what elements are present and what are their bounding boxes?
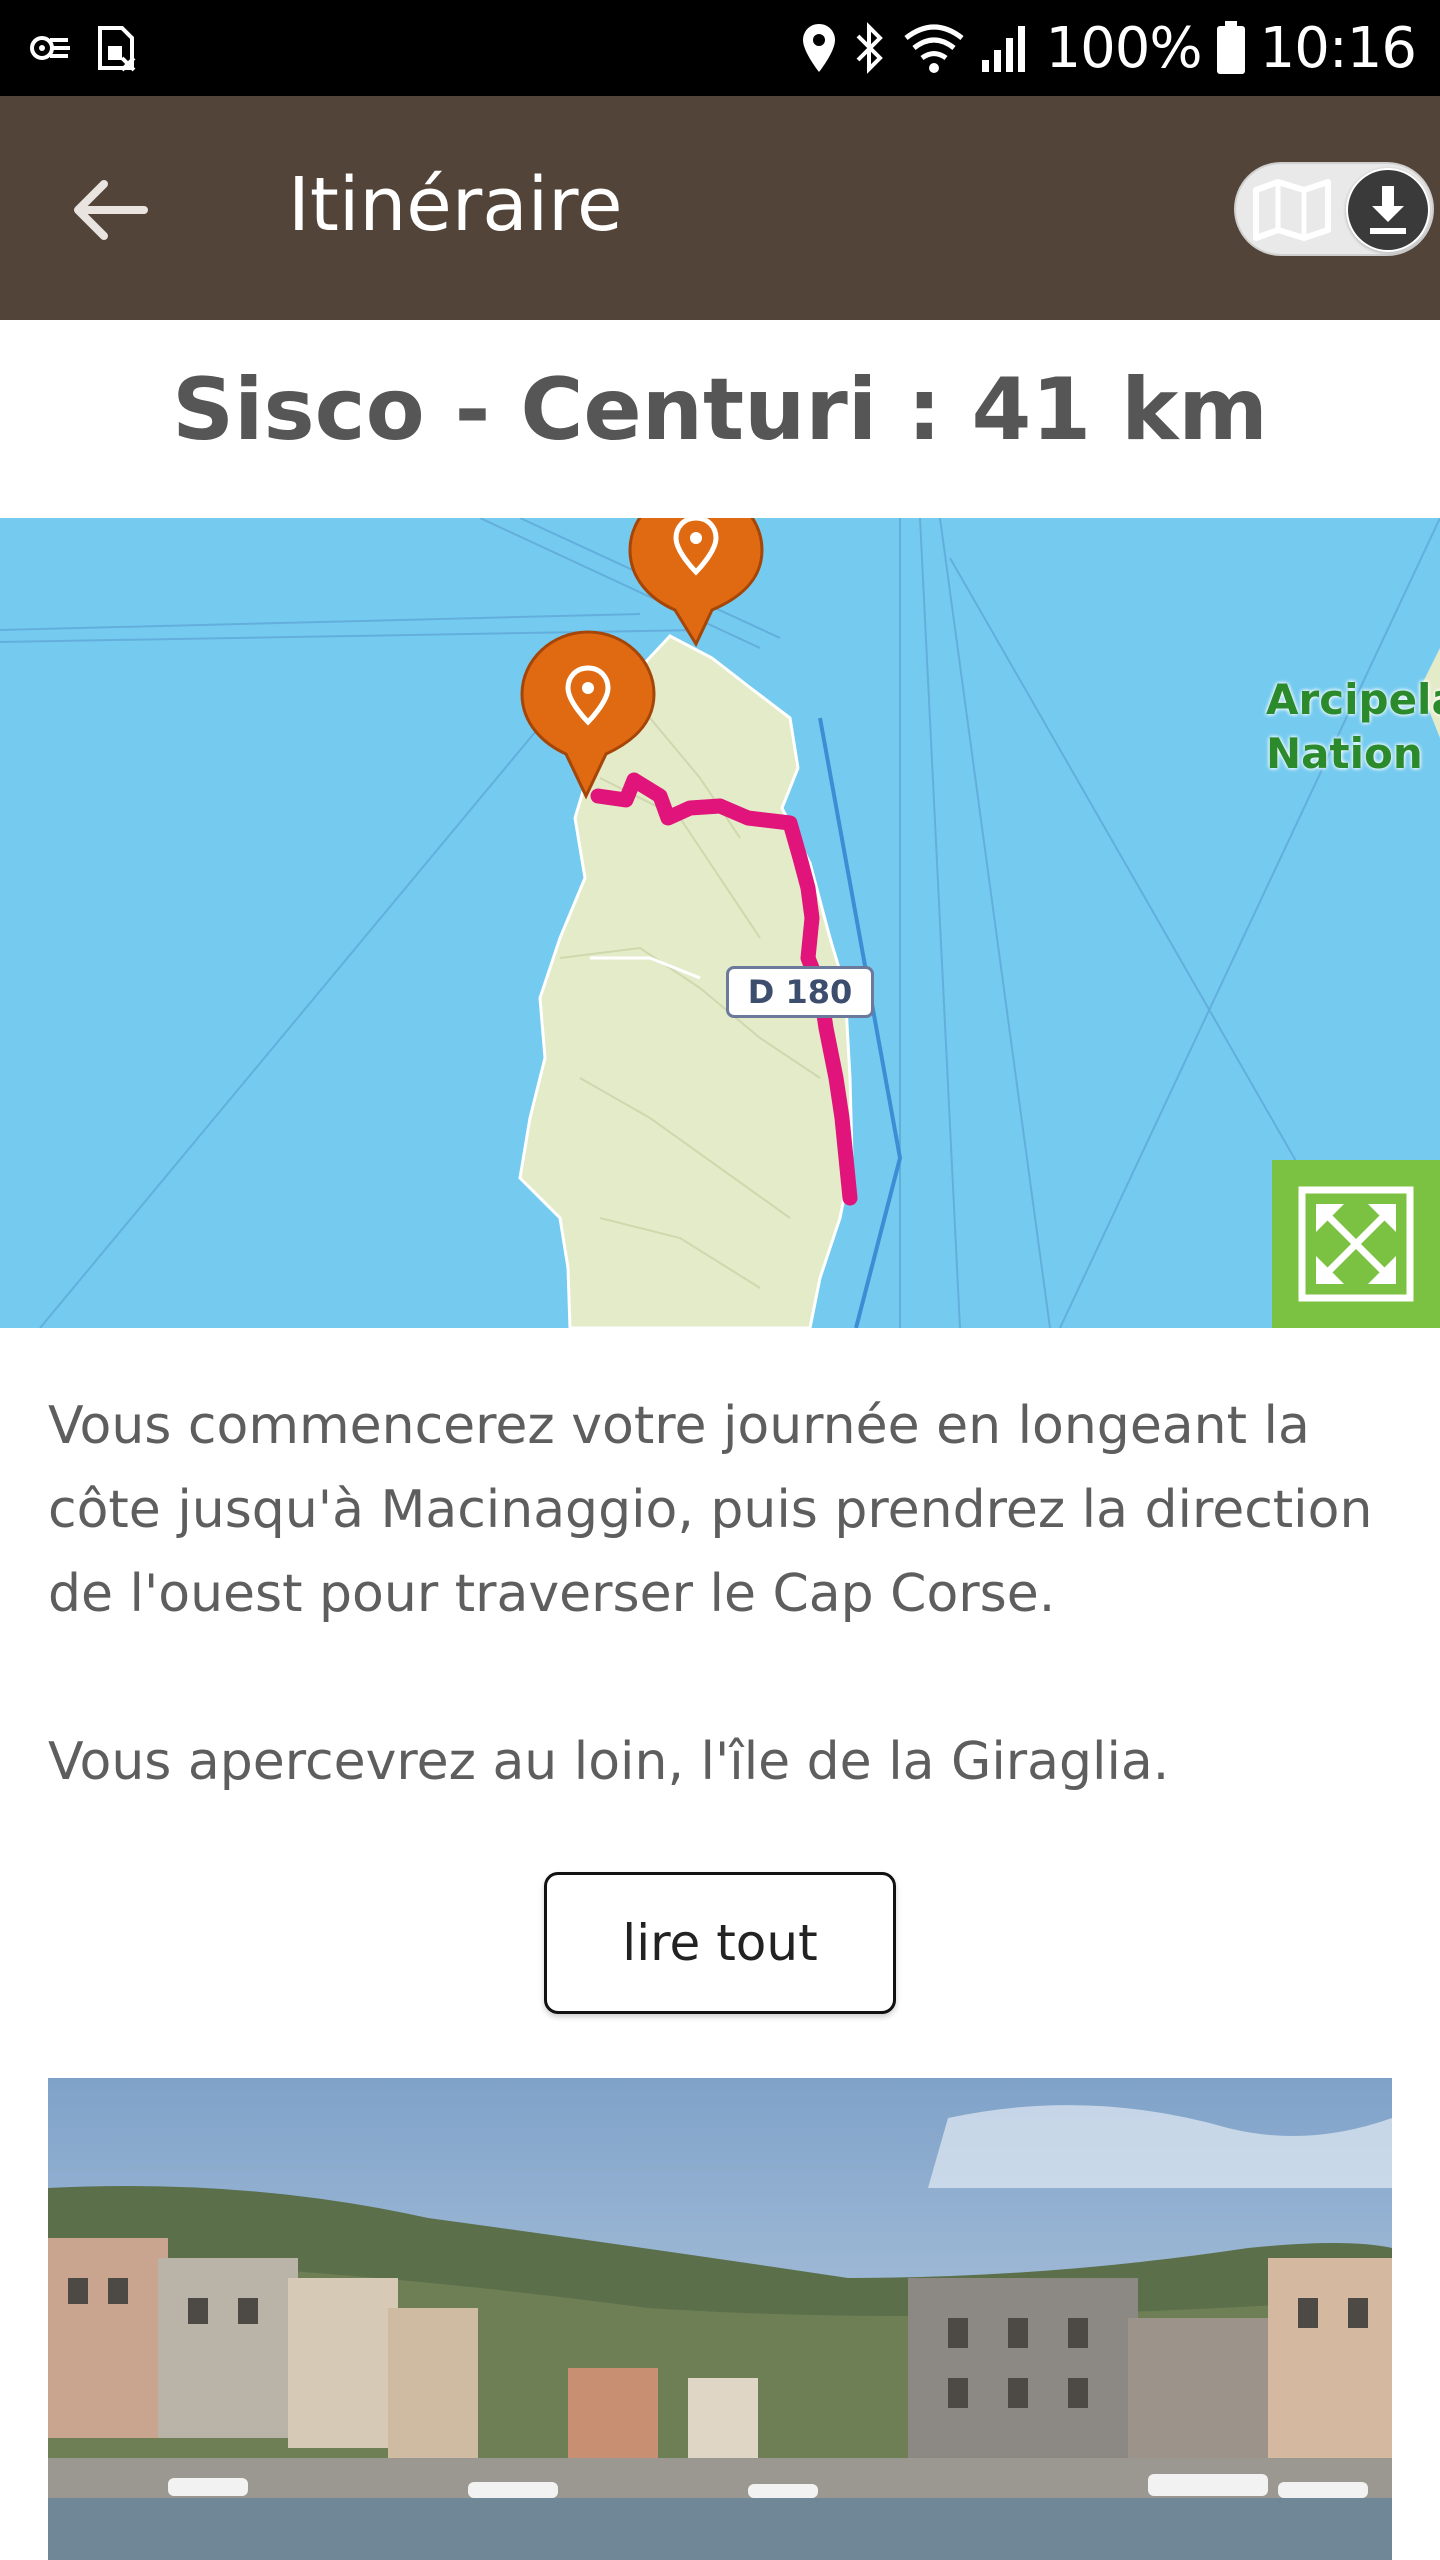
harbor-photo-image [48, 2078, 1392, 2560]
cast-icon [30, 36, 70, 60]
map-pin-icon[interactable] [628, 518, 764, 648]
description-paragraph: Vous apercevrez au loin, l'île de la Gir… [48, 1732, 1170, 1792]
map-download-toggle[interactable] [1234, 162, 1434, 256]
battery-percent: 100% [1045, 15, 1203, 81]
status-bar: 100% 10:16 [0, 0, 1440, 96]
expand-map-button[interactable] [1272, 1160, 1440, 1328]
wifi-icon [903, 24, 964, 73]
map-graphics [0, 518, 1440, 1328]
map-area-label: Arcipela Nation [1266, 675, 1440, 778]
route-photo [48, 2078, 1392, 2560]
sim-disabled-icon [98, 26, 136, 72]
route-title: Sisco - Centuri : 41 km [172, 360, 1268, 460]
read-more-button[interactable]: lire tout [544, 1872, 896, 2014]
route-description: Vous commencerez votre journée en longea… [48, 1384, 1392, 1804]
back-arrow-icon[interactable] [60, 160, 160, 260]
road-label: D 180 [726, 966, 874, 1018]
location-icon [802, 24, 835, 72]
map-view[interactable]: Arcipela Nation D 180 [0, 518, 1440, 1328]
battery-icon [1216, 21, 1245, 74]
bluetooth-icon [856, 22, 883, 74]
status-left [22, 20, 136, 76]
page-title: Itinéraire [288, 162, 623, 248]
map-icon [1253, 179, 1331, 241]
signal-icon [981, 26, 1025, 72]
clock: 10:16 [1259, 15, 1417, 81]
toggle-knob[interactable] [1346, 168, 1430, 252]
app-bar: Itinéraire [0, 96, 1440, 320]
status-right: 100% 10:16 [800, 14, 1417, 82]
expand-icon [1298, 1186, 1414, 1302]
download-icon [1348, 170, 1428, 250]
description-paragraph: Vous commencerez votre journée en longea… [48, 1396, 1373, 1624]
